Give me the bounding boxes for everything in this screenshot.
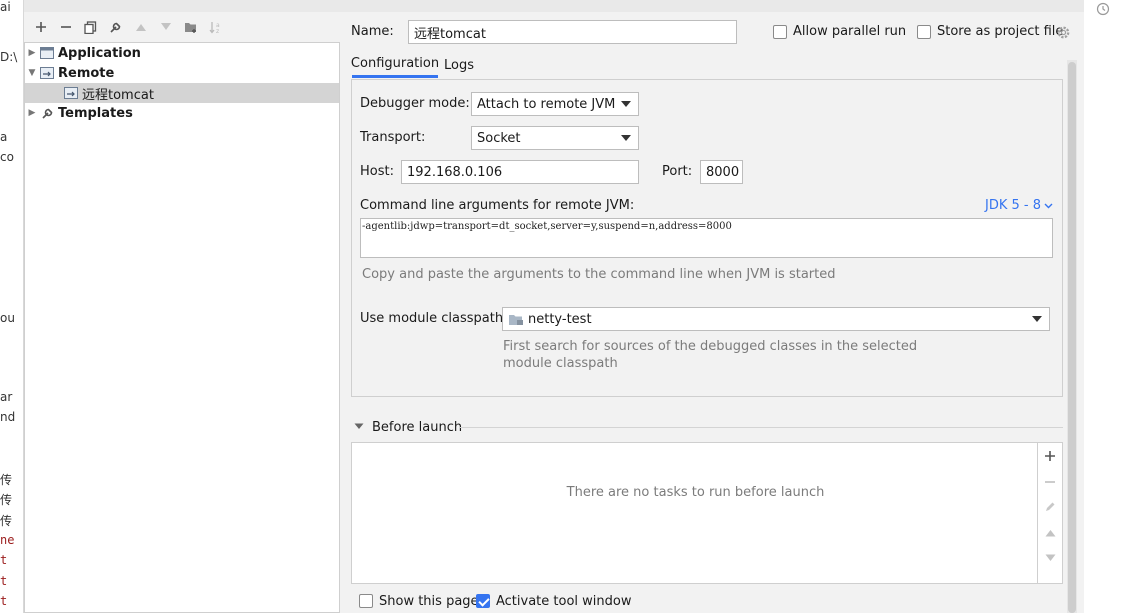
bg-fragment: 传 <box>0 514 13 528</box>
separator <box>460 427 1063 428</box>
transport-value: Socket <box>477 130 521 146</box>
module-classpath-select[interactable]: netty-test <box>502 307 1050 331</box>
tab-label: Logs <box>444 57 474 73</box>
module-hint-line2: module classpath <box>503 356 618 371</box>
bg-fragment: t <box>0 553 8 567</box>
add-icon[interactable] <box>28 15 53 40</box>
port-label: Port: <box>662 164 693 179</box>
collapse-arrow-icon[interactable] <box>354 423 364 430</box>
jdk-version-label: JDK 5 - 8 <box>985 198 1041 213</box>
tree-item-application[interactable]: ▶ Application <box>25 43 339 63</box>
bg-fragment: ar <box>0 390 13 404</box>
allow-parallel-label[interactable]: Allow parallel run <box>793 24 906 39</box>
tab-logs[interactable]: Logs <box>444 52 474 78</box>
dropdown-caret-icon <box>1032 316 1042 322</box>
wrench-icon <box>39 106 55 120</box>
collapsed-arrow-icon[interactable]: ▶ <box>25 48 39 58</box>
tab-configuration[interactable]: Configuration <box>350 52 440 78</box>
bg-fragment: D:\ <box>0 50 18 64</box>
background-editor-strip: ai D:\ a co ou ar nd 传 传 传 ne t t t <box>0 0 24 613</box>
move-up-icon[interactable] <box>128 15 153 40</box>
debugger-mode-select[interactable]: Attach to remote JVM <box>471 92 639 116</box>
bg-fragment: 传 <box>0 493 13 507</box>
tree-item-label: 远程tomcat <box>82 87 154 103</box>
move-down-icon[interactable] <box>153 15 178 40</box>
bg-fragment: ai <box>0 0 11 14</box>
empty-tasks-text: There are no tasks to run before launch <box>566 485 825 500</box>
scrollbar-thumb[interactable] <box>1068 62 1076 613</box>
tree-item-remote-tomcat[interactable]: 远程tomcat <box>25 83 339 103</box>
bg-fragment: nd <box>0 410 16 424</box>
before-launch-label[interactable]: Before launch <box>372 420 462 435</box>
host-input[interactable]: 192.168.0.106 <box>401 160 639 184</box>
dropdown-caret-icon <box>621 135 631 141</box>
host-label: Host: <box>360 164 394 179</box>
add-task-icon[interactable] <box>1038 444 1062 468</box>
port-input[interactable]: 8000 <box>700 160 743 184</box>
show-page-label[interactable]: Show this page <box>379 594 479 609</box>
debugger-mode-value: Attach to remote JVM <box>477 96 616 112</box>
edit-task-icon[interactable] <box>1038 495 1062 519</box>
tree-item-remote[interactable]: ▼ Remote <box>25 63 339 83</box>
sort-icon[interactable]: az <box>203 15 228 40</box>
debugger-mode-label: Debugger mode: <box>360 96 470 111</box>
store-project-label[interactable]: Store as project file <box>937 24 1063 39</box>
remove-task-icon[interactable] <box>1038 470 1062 494</box>
chevron-down-icon <box>1044 203 1053 208</box>
copy-icon[interactable] <box>78 15 103 40</box>
bg-fragment: t <box>0 574 8 588</box>
transport-select[interactable]: Socket <box>471 126 639 150</box>
cmd-args-hint: Copy and paste the arguments to the comm… <box>362 267 836 282</box>
name-label: Name: <box>351 24 394 39</box>
collapsed-arrow-icon[interactable]: ▶ <box>25 108 39 118</box>
svg-text:z: z <box>216 28 219 34</box>
module-hint-line1: First search for sources of the debugged… <box>503 339 918 354</box>
run-config-tree: ▶ Application ▼ Remote 远程tomcat ▶ Templa… <box>24 42 340 613</box>
before-launch-task-list[interactable]: There are no tasks to run before launch <box>351 442 1038 584</box>
activate-tool-window-checkbox[interactable] <box>476 594 490 608</box>
tree-toolbar: az <box>24 12 340 42</box>
wrench-icon[interactable] <box>103 15 128 40</box>
bg-fragment: t <box>0 594 8 608</box>
tree-item-label: Templates <box>58 105 133 121</box>
gear-icon[interactable] <box>1056 25 1071 40</box>
clock-icon <box>1096 2 1110 16</box>
bg-fragment: 传 <box>0 473 13 487</box>
show-page-checkbox[interactable] <box>359 594 373 608</box>
module-classpath-value: netty-test <box>528 311 592 327</box>
tab-label: Configuration <box>350 56 440 71</box>
move-task-up-icon[interactable] <box>1038 521 1062 545</box>
remote-config-icon <box>63 86 79 100</box>
bg-fragment: ne <box>0 533 15 547</box>
background-editor-right <box>1084 0 1124 613</box>
new-folder-icon[interactable] <box>178 15 203 40</box>
bg-fragment: co <box>0 150 14 164</box>
dialog-title-bar <box>24 0 1084 12</box>
tree-item-templates[interactable]: ▶ Templates <box>25 103 339 123</box>
module-classpath-label: Use module classpath: <box>360 311 508 326</box>
dropdown-caret-icon <box>621 101 631 107</box>
allow-parallel-checkbox[interactable] <box>773 25 787 39</box>
cmd-args-label: Command line arguments for remote JVM: <box>360 198 635 213</box>
activate-tool-window-label[interactable]: Activate tool window <box>496 594 631 609</box>
task-list-toolbar <box>1038 442 1063 584</box>
tree-item-label: Remote <box>58 65 115 81</box>
expanded-arrow-icon[interactable]: ▼ <box>25 68 39 78</box>
remote-icon <box>39 66 55 80</box>
bg-fragment: a <box>0 130 8 144</box>
cmd-args-textarea[interactable]: -agentlib:jdwp=transport=dt_socket,serve… <box>360 218 1053 258</box>
name-input[interactable]: 远程tomcat <box>408 20 737 44</box>
move-task-down-icon[interactable] <box>1038 546 1062 570</box>
module-folder-icon <box>509 314 523 325</box>
transport-label: Transport: <box>360 130 426 145</box>
application-icon <box>39 46 55 60</box>
store-project-checkbox[interactable] <box>917 25 931 39</box>
tree-item-label: Application <box>58 45 141 61</box>
remove-icon[interactable] <box>53 15 78 40</box>
bg-fragment: ou <box>0 311 15 325</box>
jdk-version-selector[interactable]: JDK 5 - 8 <box>985 198 1053 213</box>
